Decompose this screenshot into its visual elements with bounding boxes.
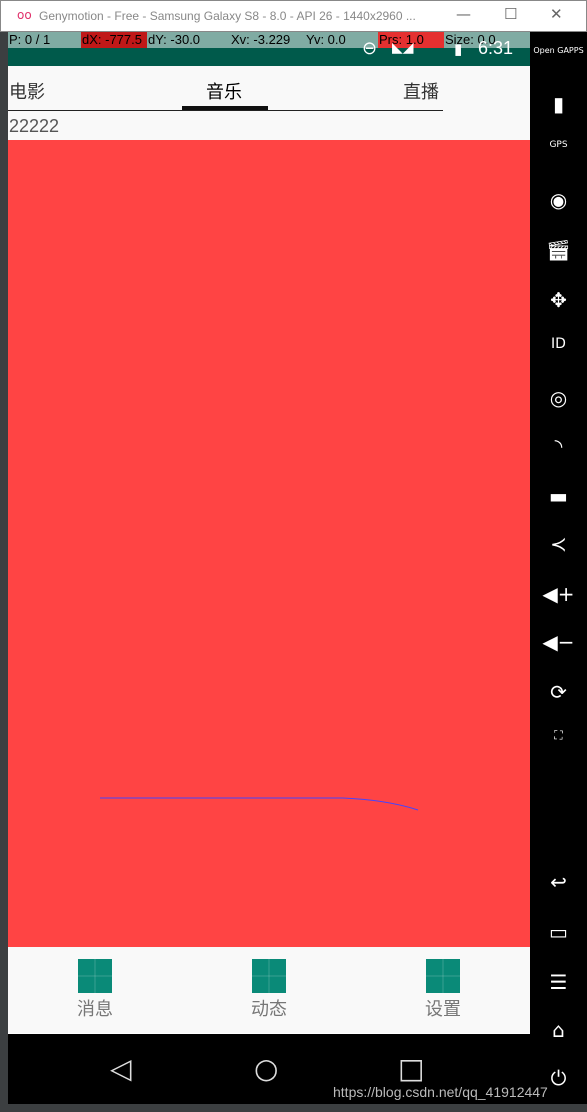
nav-messages[interactable]: 消息 [65,959,125,1021]
debug-p: P: 0 / 1 [9,32,51,47]
window-titlebar: oo Genymotion - Free - Samsung Galaxy S8… [0,0,587,32]
clapper-icon[interactable]: 🎬︎ [530,238,587,262]
bottom-navigation: 消息 动态 设置 [8,947,530,1033]
ide-background [0,140,8,840]
move-icon[interactable]: ✥ [530,288,587,312]
tab-live[interactable]: 直播 [403,78,439,104]
debug-dx: dX: -777.5 [81,32,147,48]
open-gapps-button[interactable]: Open GAPPS [530,46,587,55]
tab-indicator [182,106,268,110]
id-icon[interactable]: ID [530,336,587,352]
tab-divider [8,110,443,111]
back-button-icon[interactable]: ↩ [530,870,587,894]
battery-icon[interactable]: ▮ [530,92,587,116]
tab-music[interactable]: 音乐 [206,78,242,104]
scale-icon[interactable]: ⛶ [530,728,587,743]
cast-icon[interactable]: ◝ [530,434,587,458]
gps-icon[interactable]: GPS [530,140,587,150]
swipe-trail [100,797,419,811]
share-icon[interactable]: ≺ [530,532,587,556]
home-button-icon[interactable]: ⌂ [530,1018,587,1042]
home-icon[interactable]: ○ [254,1052,278,1085]
settings-icon [426,959,460,993]
watermark: https://blog.csdn.net/qq_41912447 [333,1084,548,1100]
status-bar [8,48,530,66]
tab-movies[interactable]: 电影 [9,78,45,104]
volume-up-icon[interactable]: ◀+ [530,582,587,606]
nav-moments-label: 动态 [251,999,287,1020]
menu-icon[interactable]: ☰ [530,970,587,994]
nav-messages-label: 消息 [77,999,113,1020]
top-tab-bar: 电影 音乐 直播 [8,66,530,112]
close-button[interactable]: ✕ [550,5,563,23]
window-title: Genymotion - Free - Samsung Galaxy S8 - … [39,9,416,23]
rotate-icon[interactable]: ⟳ [530,680,587,704]
debug-yv: Yv: 0.0 [306,32,346,47]
genymotion-logo: oo [17,8,32,22]
recent-apps-icon[interactable]: ▭ [530,920,587,944]
nav-moments[interactable]: 动态 [239,959,299,1021]
status-clock: 6:31 [478,38,514,58]
minimize-button[interactable]: — [456,5,471,23]
webcam-icon[interactable]: ◉ [530,188,587,212]
wifi-signal-icon: ◣◢ [392,40,414,56]
sms-icon[interactable]: ▬ [530,484,587,508]
content-text: 22222 [8,112,530,140]
battery-charging-icon: ▮ [454,40,463,58]
messages-icon [78,959,112,993]
disk-icon[interactable]: ◎ [530,386,587,410]
dnd-icon: ⊖ [362,38,378,59]
genymotion-sidebar: Open GAPPS ▮ GPS ◉ 🎬︎ ✥ ID ◎ ◝ ▬ ≺ ◀+ ◀−… [530,32,587,1104]
nav-settings[interactable]: 设置 [413,959,473,1021]
debug-dy: dY: -30.0 [148,32,201,47]
debug-xv: Xv: -3.229 [231,32,291,47]
nav-settings-label: 设置 [425,999,461,1020]
moments-icon [252,959,286,993]
maximize-button[interactable]: ☐ [504,5,517,23]
back-icon[interactable]: ◁ [110,1052,132,1085]
content-area[interactable] [8,140,530,947]
pointer-debug-bar: P: 0 / 1 dX: -777.5 dY: -30.0 Xv: -3.229… [8,32,530,48]
recents-icon[interactable]: □ [398,1052,424,1085]
volume-down-icon[interactable]: ◀− [530,630,587,654]
